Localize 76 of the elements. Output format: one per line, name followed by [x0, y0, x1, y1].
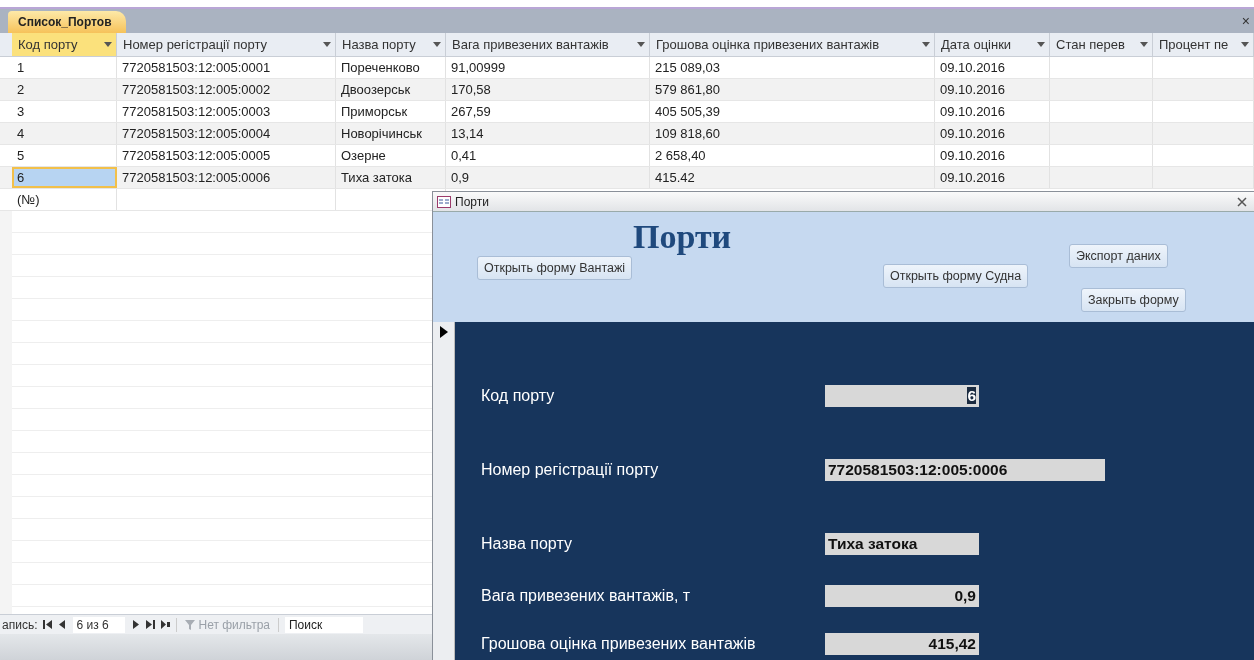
form-button[interactable]: Закрыть форму — [1081, 288, 1186, 312]
table-cell: 405 505,39 — [650, 101, 935, 122]
table-cell: 7720581503:12:005:0006 — [117, 167, 336, 188]
next-record-icon[interactable] — [131, 620, 141, 629]
table-cell: 09.10.2016 — [935, 167, 1050, 188]
table-cell: 09.10.2016 — [935, 101, 1050, 122]
table-cell: 215 089,03 — [650, 57, 935, 78]
field-label: Грошова оцінка привезених вантажів — [481, 635, 757, 653]
form-button[interactable]: Открыть форму Вантажі — [477, 256, 633, 280]
close-icon[interactable] — [1237, 196, 1247, 207]
field-label: Вага привезених вантажів, т — [481, 587, 692, 605]
window-title: Порти — [455, 194, 490, 209]
table-cell: 170,58 — [446, 79, 650, 100]
table-cell: 09.10.2016 — [935, 145, 1050, 166]
input-field[interactable]: 0,9 — [825, 585, 979, 607]
dropdown-arrow-icon[interactable] — [1140, 42, 1148, 47]
dropdown-arrow-icon[interactable] — [1037, 42, 1045, 47]
dropdown-arrow-icon[interactable] — [323, 42, 331, 47]
last-record-icon[interactable] — [146, 620, 156, 629]
filter-icon — [185, 619, 196, 630]
table-cell: 415.42 — [650, 167, 935, 188]
table-cell: 5 — [12, 145, 117, 166]
table-cell: Озерне — [336, 145, 446, 166]
document-tab[interactable]: Список_Портов — [8, 11, 126, 33]
previous-record-icon[interactable] — [58, 620, 68, 629]
form-button[interactable]: Экспорт даних — [1069, 244, 1168, 268]
input-field[interactable]: 7720581503:12:005:0006 — [825, 459, 1105, 481]
table-cell: Пореченково — [336, 57, 446, 78]
table-cell: 2 658,40 — [650, 145, 935, 166]
table-cell: 7720581503:12:005:0003 — [117, 101, 336, 122]
table-cell: 13,14 — [446, 123, 650, 144]
form-heading: Порти — [632, 218, 733, 256]
input-field[interactable]: Тиха затока — [825, 533, 979, 555]
table-cell: 91,00999 — [446, 57, 650, 78]
table-cell: 4 — [12, 123, 117, 144]
table-cell: 7720581503:12:005:0001 — [117, 57, 336, 78]
record-label: апись: — [2, 617, 38, 632]
dropdown-arrow-icon[interactable] — [104, 42, 112, 47]
close-icon[interactable]: × — [1241, 13, 1250, 29]
new-record-icon[interactable] — [161, 620, 171, 629]
table-cell: Приморськ — [336, 101, 446, 122]
column-header[interactable]: Код порту — [12, 33, 117, 56]
table-cell: 2 — [12, 79, 117, 100]
table-cell: 267,59 — [446, 101, 650, 122]
input-field[interactable]: 6 — [825, 385, 979, 407]
form-button[interactable]: Открыть форму Судна — [883, 264, 1029, 288]
input-field[interactable]: 415,42 — [825, 633, 979, 655]
first-record-icon[interactable] — [43, 620, 53, 629]
field-label: Назва порту — [481, 535, 573, 553]
dropdown-arrow-icon[interactable] — [922, 42, 930, 47]
search-field[interactable]: Поиск — [285, 616, 363, 633]
table-cell: 7720581503:12:005:0002 — [117, 79, 336, 100]
table-cell: 6 — [12, 167, 117, 188]
dropdown-arrow-icon[interactable] — [637, 42, 645, 47]
dropdown-arrow-icon[interactable] — [1241, 42, 1249, 47]
new-record-cell: (№) — [12, 189, 117, 210]
table-cell: 579 861,80 — [650, 79, 935, 100]
table-cell: 1 — [12, 57, 117, 78]
table-cell: Двоозерськ — [336, 79, 446, 100]
table-cell: Новорічинськ — [336, 123, 446, 144]
field-label: Код порту — [481, 387, 556, 405]
form-icon — [437, 195, 451, 208]
dropdown-arrow-icon[interactable] — [433, 42, 441, 47]
table-cell: 7720581503:12:005:0005 — [117, 145, 336, 166]
table-cell: 09.10.2016 — [935, 123, 1050, 144]
table-cell: 109 818,60 — [650, 123, 935, 144]
table-cell: Тиха затока — [336, 167, 446, 188]
table-cell: 0,9 — [446, 167, 650, 188]
table-cell: 0,41 — [446, 145, 650, 166]
table-cell: 09.10.2016 — [935, 79, 1050, 100]
table-cell: 7720581503:12:005:0004 — [117, 123, 336, 144]
record-selector-icon[interactable] — [439, 326, 448, 338]
field-label: Номер регістрації порту — [481, 461, 660, 479]
table-cell: 3 — [12, 101, 117, 122]
record-position-field[interactable]: 6 из 6 — [73, 616, 126, 633]
table-cell: 09.10.2016 — [935, 57, 1050, 78]
